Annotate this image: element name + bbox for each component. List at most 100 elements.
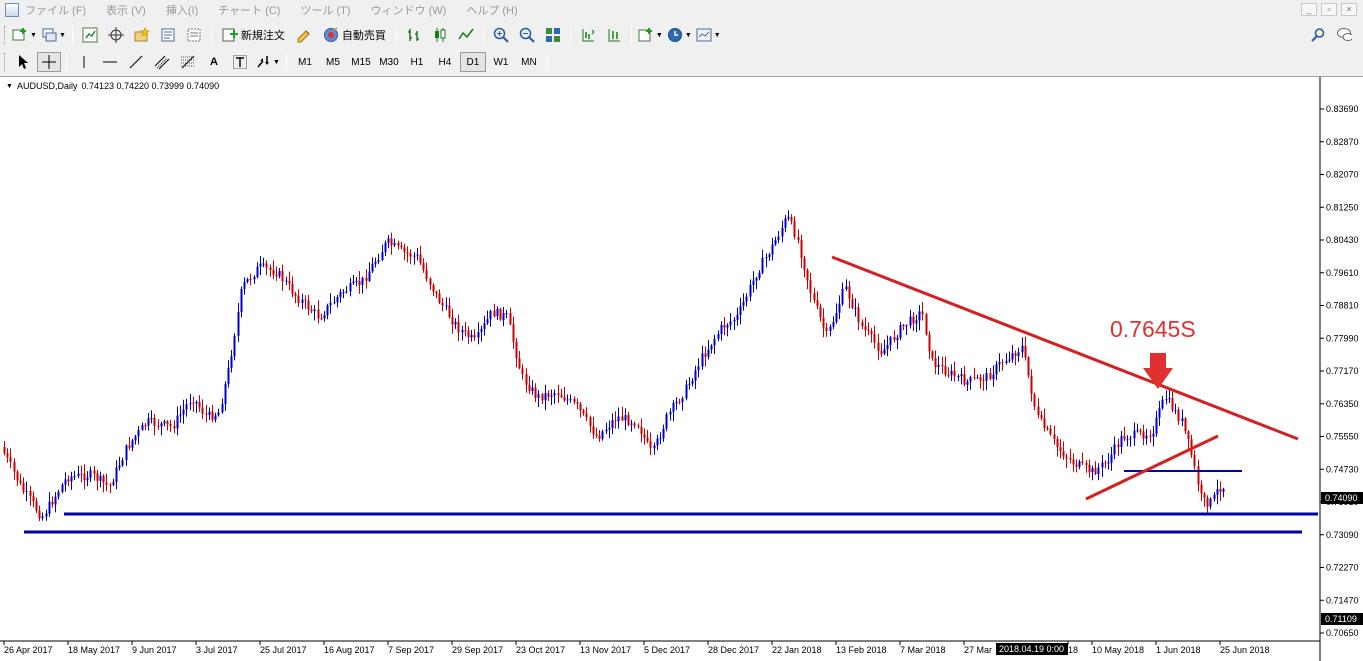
minimize-button[interactable]: _ (1301, 3, 1317, 16)
candle-body (1037, 406, 1040, 415)
toolbar-grip[interactable] (4, 26, 7, 44)
search-button[interactable] (1307, 25, 1329, 45)
crosshair-target-icon (107, 27, 124, 43)
candle-body (1110, 454, 1113, 463)
candle-body (777, 236, 780, 241)
candle-body (851, 298, 854, 308)
auto-trading-button[interactable]: 自動売買 (319, 25, 390, 45)
close-button[interactable]: × (1341, 3, 1357, 16)
chat-button[interactable] (1333, 25, 1355, 45)
candle-body (537, 394, 540, 398)
candle-body (963, 374, 966, 385)
tile-windows-button[interactable] (542, 25, 564, 45)
strategy-tester-button[interactable] (183, 25, 205, 45)
candle-body (1139, 430, 1142, 432)
window-controls: _ ▫ × (1301, 3, 1357, 16)
candle-body (928, 334, 931, 352)
text-box-tool[interactable] (229, 52, 251, 72)
candle-body (1129, 438, 1132, 440)
vertical-line-tool[interactable] (73, 52, 95, 72)
timeframe-m1[interactable]: M1 (292, 52, 318, 72)
trendline-tool[interactable] (125, 52, 147, 72)
zoom-in-button[interactable] (490, 25, 512, 45)
horizontal-line-tool[interactable] (99, 52, 121, 72)
candle-body (723, 324, 726, 328)
candle-body (1222, 488, 1225, 492)
candle-body (57, 492, 60, 497)
candle-body (329, 302, 332, 306)
timeframe-h4[interactable]: H4 (432, 52, 458, 72)
timeframe-d1[interactable]: D1 (459, 52, 486, 72)
candle-body (585, 413, 588, 418)
timeframe-w1[interactable]: W1 (488, 52, 514, 72)
candle-body (448, 305, 451, 317)
candle-body (1053, 434, 1056, 440)
date-tick-label: 9 Jun 2017 (132, 645, 177, 655)
timeframe-m15[interactable]: M15 (348, 52, 374, 72)
market-watch-button[interactable] (79, 25, 101, 45)
toolbar-grip[interactable] (4, 53, 7, 71)
resistance-trendline[interactable] (831, 255, 1299, 441)
timeframe-mn[interactable]: MN (516, 52, 542, 72)
zoom-out-button[interactable] (516, 25, 538, 45)
candle-body (77, 473, 80, 476)
candle-body (931, 351, 934, 359)
zoom-out-icon (519, 27, 535, 43)
crosshair-tool[interactable] (37, 52, 61, 72)
candle-body (425, 269, 428, 279)
menu-view[interactable]: 表示 (V) (106, 2, 146, 18)
bar-chart-button[interactable] (403, 25, 425, 45)
menu-insert[interactable]: 挿入(I) (166, 2, 198, 18)
periods-button[interactable]: ▼ (667, 25, 692, 45)
profiles-button[interactable]: ▼ (41, 25, 66, 45)
price-chart[interactable]: 0.7645S 0.83690 0.82870 0.82070 0.81250 0.80… (0, 77, 1363, 661)
timeframe-m5[interactable]: M5 (320, 52, 346, 72)
toolbar-separator (569, 26, 571, 44)
navigator-button[interactable] (131, 25, 153, 45)
candle-body (1072, 459, 1075, 465)
candle-body (457, 321, 460, 333)
menu-tools[interactable]: ツール (T) (300, 2, 350, 18)
price-axis: 0.83690 0.82870 0.82070 0.81250 0.80430 0.796… (1320, 104, 1359, 638)
search-icon (1311, 28, 1325, 42)
indicators-button[interactable]: ▼ (638, 25, 663, 45)
timeframe-m30[interactable]: M30 (376, 52, 402, 72)
candle-body (787, 217, 790, 219)
menu-help[interactable]: ヘルプ (H) (466, 2, 517, 18)
terminal-button[interactable] (157, 25, 179, 45)
menu-window[interactable]: ウィンドウ (W) (371, 2, 447, 18)
candle-body (665, 414, 668, 429)
candle-body (1171, 398, 1174, 411)
text-box-icon (233, 55, 247, 69)
text-label-tool[interactable]: A (203, 52, 225, 72)
equidistant-channel-tool[interactable] (151, 52, 173, 72)
candle-body (502, 313, 505, 320)
date-tick-label: 26 Apr 2017 (4, 645, 53, 655)
new-chart-button[interactable]: ▼ (12, 25, 37, 45)
candle-body (230, 356, 233, 368)
collapse-triangle-icon[interactable]: ▼ (6, 83, 13, 90)
price-annotation[interactable]: 0.7645S (1110, 316, 1196, 342)
chart-shift-button[interactable] (577, 25, 599, 45)
auto-scroll-button[interactable] (603, 25, 625, 45)
candle-body (355, 280, 358, 282)
candle-body (307, 300, 310, 310)
chart-window[interactable]: 0.7645S 0.83690 0.82870 0.82070 0.81250 0.80… (0, 76, 1363, 661)
line-chart-button[interactable] (455, 25, 477, 45)
new-order-button[interactable]: 新規注文 (218, 25, 289, 45)
cursor-tool[interactable] (12, 52, 34, 72)
restore-button[interactable]: ▫ (1321, 3, 1337, 16)
arrows-tool[interactable]: ▼ (255, 52, 280, 72)
data-window-button[interactable] (105, 25, 127, 45)
metaeditor-button[interactable] (293, 25, 315, 45)
menu-chart[interactable]: チャート (C) (218, 2, 280, 18)
timeframe-h1[interactable]: H1 (404, 52, 430, 72)
candlestick-chart-button[interactable] (429, 25, 451, 45)
candle-body (29, 490, 32, 497)
candle-body (1117, 444, 1120, 447)
templates-button[interactable]: ▼ (696, 25, 721, 45)
fibonacci-tool[interactable] (177, 52, 199, 72)
menu-file[interactable]: ファイル (F) (25, 2, 86, 18)
candle-body (1078, 461, 1081, 467)
candle-body (883, 349, 886, 354)
